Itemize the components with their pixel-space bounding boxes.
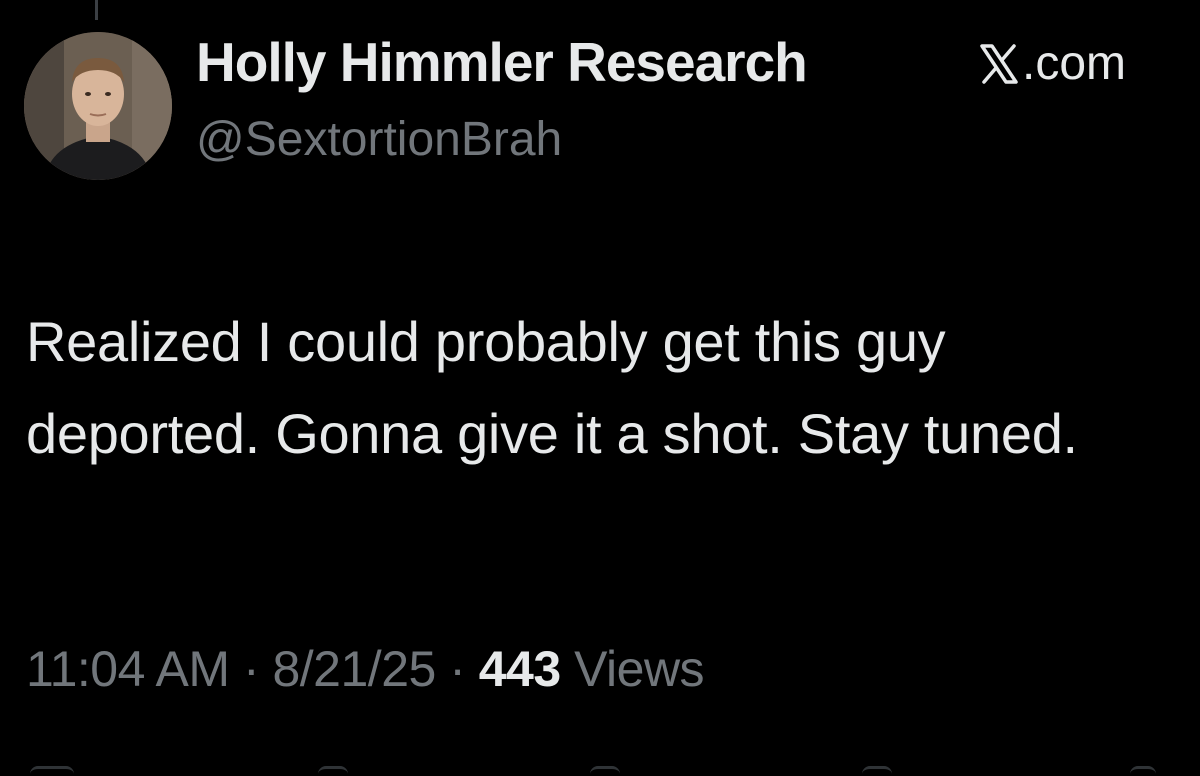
- views-count[interactable]: 443: [479, 641, 561, 697]
- author-display-name[interactable]: Holly Himmler Research: [196, 30, 808, 94]
- reply-icon[interactable]: [30, 766, 74, 776]
- bookmark-icon[interactable]: [862, 766, 892, 776]
- avatar[interactable]: [24, 32, 172, 180]
- like-icon[interactable]: [590, 766, 620, 776]
- x-logo-icon: [980, 43, 1018, 84]
- repost-icon[interactable]: [318, 766, 348, 776]
- avatar-image: [24, 32, 172, 180]
- views-label: Views: [560, 641, 705, 697]
- tweet-text: Realized I could probably get this guy d…: [26, 310, 1078, 465]
- meta-separator: ·: [435, 641, 479, 697]
- action-bar-cutoff: [0, 766, 1200, 776]
- tweet-meta: 11:04 AM · 8/21/25 · 443 Views: [26, 640, 705, 698]
- tweet: Holly Himmler Research @SextortionBrah .…: [0, 0, 1200, 776]
- source-domain-text: .com: [1022, 37, 1127, 90]
- share-icon[interactable]: [1130, 766, 1156, 776]
- tweet-time[interactable]: 11:04 AM: [26, 641, 230, 697]
- source-label: .com: [978, 36, 1126, 91]
- tweet-date[interactable]: 8/21/25: [272, 641, 436, 697]
- meta-separator: ·: [229, 641, 273, 697]
- author-handle[interactable]: @SextortionBrah: [196, 112, 562, 167]
